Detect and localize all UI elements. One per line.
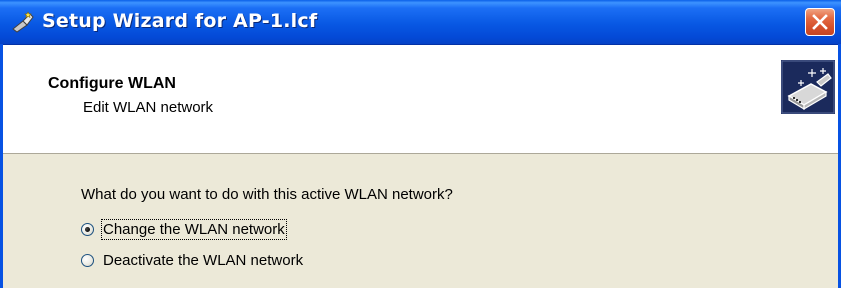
radio-selected-dot — [85, 226, 90, 232]
wizard-header: Configure WLAN Edit WLAN network — [3, 45, 838, 154]
radio-label-deactivate[interactable]: Deactivate the WLAN network — [103, 252, 303, 269]
title-bar[interactable]: Setup Wizard for AP-1.lcf — [0, 0, 841, 45]
wizard-icon — [10, 9, 36, 35]
radio-button-deactivate[interactable] — [81, 253, 94, 267]
radio-option-deactivate[interactable]: Deactivate the WLAN network — [81, 249, 303, 271]
radio-button-change[interactable] — [81, 222, 94, 236]
radio-option-change[interactable]: Change the WLAN network — [81, 218, 287, 240]
close-button[interactable] — [805, 8, 835, 36]
question-text: What do you want to do with this active … — [81, 186, 453, 203]
window-title: Setup Wizard for AP-1.lcf — [42, 10, 318, 32]
radio-label-change[interactable]: Change the WLAN network — [101, 218, 287, 240]
wizard-content: What do you want to do with this active … — [3, 154, 838, 288]
page-heading: Configure WLAN — [48, 75, 176, 92]
close-icon — [812, 14, 828, 30]
wizard-device-icon — [781, 60, 835, 114]
wizard-window: Setup Wizard for AP-1.lcf Configure WLAN… — [0, 0, 841, 288]
page-subheading: Edit WLAN network — [83, 99, 214, 116]
